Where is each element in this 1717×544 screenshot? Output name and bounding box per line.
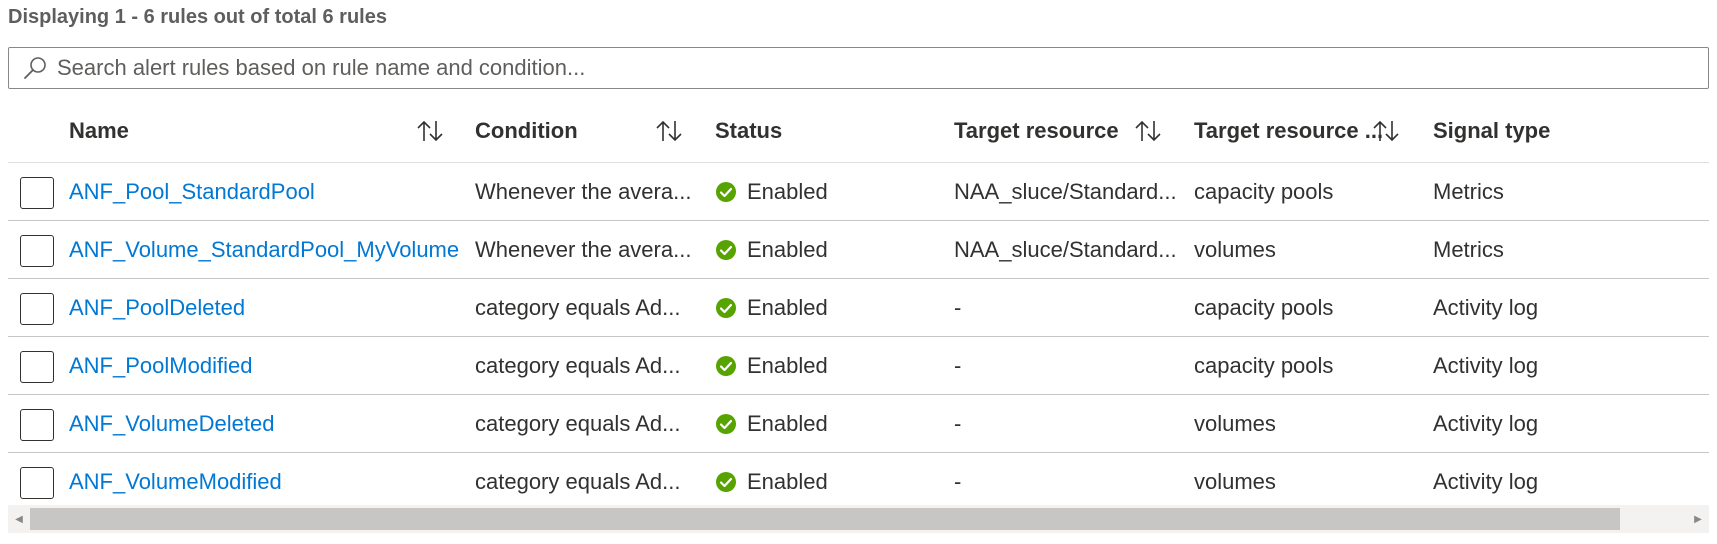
status-text: Enabled bbox=[747, 179, 828, 204]
search-box[interactable] bbox=[8, 47, 1709, 89]
status-text: Enabled bbox=[747, 411, 828, 436]
table-row[interactable]: ANF_Volume_StandardPool_MyVolume Wheneve… bbox=[8, 221, 1709, 279]
rule-name-link[interactable]: ANF_PoolModified bbox=[69, 337, 469, 395]
rule-signal-type: Activity log bbox=[1433, 295, 1539, 320]
row-checkbox[interactable] bbox=[20, 235, 54, 267]
rule-signal-type: Activity log bbox=[1433, 411, 1539, 436]
row-checkbox[interactable] bbox=[20, 467, 54, 499]
check-circle-icon bbox=[716, 414, 736, 434]
rule-target-resource: NAA_sluce/Standard... bbox=[954, 237, 1177, 262]
table-row[interactable]: ANF_PoolDeleted category equals Ad... En… bbox=[8, 279, 1709, 337]
rule-name-link[interactable]: ANF_Pool_StandardPool bbox=[69, 163, 469, 221]
row-checkbox[interactable] bbox=[20, 293, 54, 325]
rule-target-resource-type: capacity pools bbox=[1194, 295, 1334, 320]
rule-target-resource-type: volumes bbox=[1194, 237, 1276, 262]
rule-signal-type: Activity log bbox=[1433, 353, 1539, 378]
rule-condition: category equals Ad... bbox=[475, 411, 681, 436]
sort-target-resource-type-icon[interactable] bbox=[1370, 118, 1402, 144]
scroll-right-icon[interactable]: ▶ bbox=[1687, 505, 1709, 533]
rule-condition: Whenever the avera... bbox=[475, 237, 692, 262]
check-circle-icon bbox=[716, 472, 736, 492]
column-header-signal-type[interactable]: Signal type bbox=[1433, 98, 1550, 163]
rule-status: Enabled bbox=[715, 163, 947, 221]
rule-target-resource: - bbox=[954, 411, 962, 436]
alert-rules-grid: Name Condition Status Target resource Ta… bbox=[8, 98, 1709, 511]
rule-signal-type: Metrics bbox=[1433, 237, 1504, 262]
rule-signal-type: Activity log bbox=[1433, 469, 1539, 494]
column-header-status[interactable]: Status bbox=[715, 98, 782, 163]
search-icon bbox=[24, 57, 46, 79]
status-text: Enabled bbox=[747, 237, 828, 262]
rule-target-resource-type: volumes bbox=[1194, 469, 1276, 494]
check-circle-icon bbox=[716, 356, 736, 376]
rule-name-link[interactable]: ANF_VolumeDeleted bbox=[69, 395, 469, 453]
rule-condition: category equals Ad... bbox=[475, 353, 681, 378]
rule-target-resource-type: volumes bbox=[1194, 411, 1276, 436]
rule-target-resource-type: capacity pools bbox=[1194, 179, 1334, 204]
check-circle-icon bbox=[716, 298, 736, 318]
rule-condition: category equals Ad... bbox=[475, 295, 681, 320]
rules-summary: Displaying 1 - 6 rules out of total 6 ru… bbox=[8, 6, 387, 28]
column-header-target-resource-type[interactable]: Target resource ... bbox=[1194, 98, 1383, 163]
rule-status: Enabled bbox=[715, 395, 947, 453]
search-input[interactable] bbox=[51, 50, 1708, 86]
row-checkbox[interactable] bbox=[20, 351, 54, 383]
rule-name-link[interactable]: ANF_VolumeModified bbox=[69, 453, 469, 511]
table-row[interactable]: ANF_VolumeModified category equals Ad...… bbox=[8, 453, 1709, 511]
status-text: Enabled bbox=[747, 469, 828, 494]
check-circle-icon bbox=[716, 240, 736, 260]
table-row[interactable]: ANF_PoolModified category equals Ad... E… bbox=[8, 337, 1709, 395]
rule-signal-type: Metrics bbox=[1433, 179, 1504, 204]
rule-name-link[interactable]: ANF_Volume_StandardPool_MyVolume bbox=[69, 221, 469, 279]
column-header-name[interactable]: Name bbox=[69, 98, 129, 163]
rule-target-resource: - bbox=[954, 353, 962, 378]
rule-target-resource: - bbox=[954, 295, 962, 320]
table-row[interactable]: ANF_Pool_StandardPool Whenever the avera… bbox=[8, 163, 1709, 221]
rule-status: Enabled bbox=[715, 337, 947, 395]
horizontal-scrollbar[interactable]: ◀ ▶ bbox=[8, 505, 1709, 533]
rule-condition: Whenever the avera... bbox=[475, 179, 692, 204]
rule-target-resource-type: capacity pools bbox=[1194, 353, 1334, 378]
rule-name-link[interactable]: ANF_PoolDeleted bbox=[69, 279, 469, 337]
grid-header: Name Condition Status Target resource Ta… bbox=[8, 98, 1709, 163]
row-checkbox[interactable] bbox=[20, 409, 54, 441]
status-text: Enabled bbox=[747, 353, 828, 378]
rule-target-resource: NAA_sluce/Standard... bbox=[954, 179, 1177, 204]
rule-status: Enabled bbox=[715, 221, 947, 279]
sort-name-icon[interactable] bbox=[414, 118, 446, 144]
sort-target-resource-icon[interactable] bbox=[1132, 118, 1164, 144]
table-row[interactable]: ANF_VolumeDeleted category equals Ad... … bbox=[8, 395, 1709, 453]
sort-condition-icon[interactable] bbox=[653, 118, 685, 144]
scrollbar-thumb[interactable] bbox=[30, 508, 1620, 530]
rule-status: Enabled bbox=[715, 453, 947, 511]
column-header-condition[interactable]: Condition bbox=[475, 98, 578, 163]
row-checkbox[interactable] bbox=[20, 177, 54, 209]
scroll-left-icon[interactable]: ◀ bbox=[8, 505, 30, 533]
status-text: Enabled bbox=[747, 295, 828, 320]
rule-status: Enabled bbox=[715, 279, 947, 337]
check-circle-icon bbox=[716, 182, 736, 202]
rule-target-resource: - bbox=[954, 469, 962, 494]
column-header-target-resource[interactable]: Target resource bbox=[954, 98, 1119, 163]
rule-condition: category equals Ad... bbox=[475, 469, 681, 494]
